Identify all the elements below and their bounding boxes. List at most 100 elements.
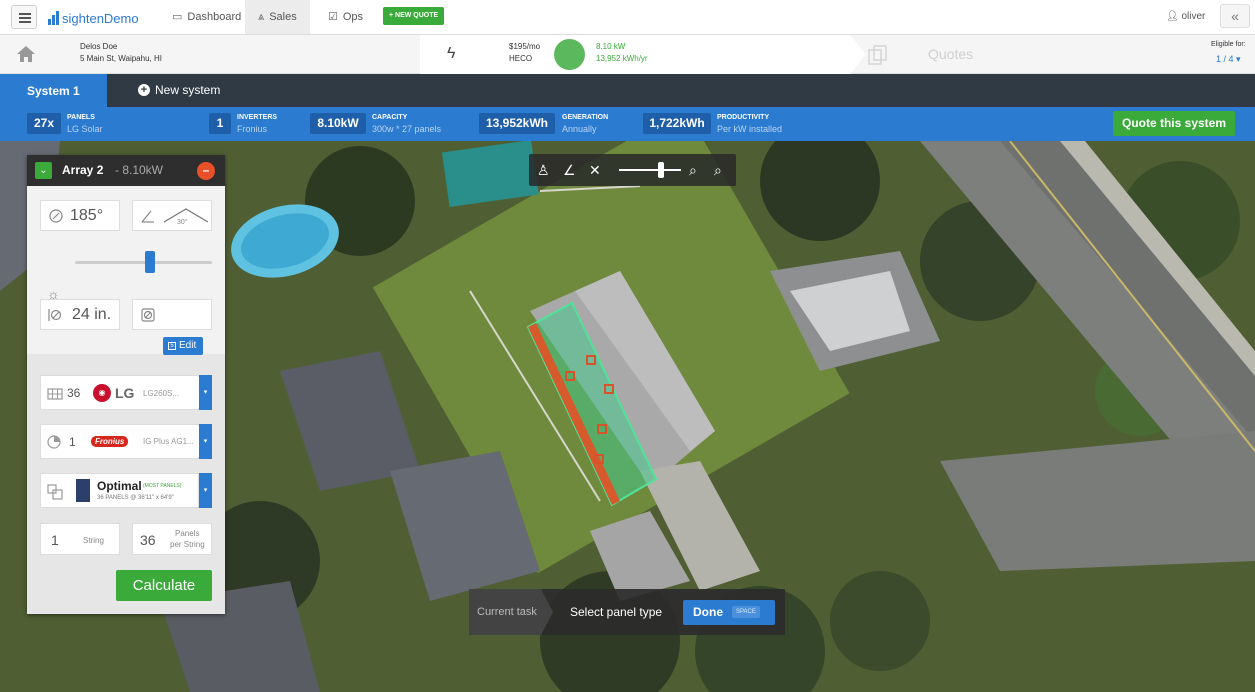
setback-field[interactable]: 24 in.	[40, 299, 120, 330]
system-power: 8.10 kW	[596, 42, 626, 51]
customer-bar: Delos Doe 5 Main St, Waipahu, HI ϟ $195/…	[0, 35, 1255, 74]
new-quote-button[interactable]: + NEW QUOTE	[383, 7, 445, 25]
monthly-price: $195/mo	[509, 42, 541, 51]
layout-select[interactable]: Optimal (MOST PANELS) 36 PANELS @ 36'11"…	[40, 473, 199, 508]
generation-value: 13,952kWh	[479, 113, 555, 134]
capacity-detail: 300w * 27 panels	[372, 124, 442, 134]
tab-system-1[interactable]: System 1	[0, 74, 107, 107]
sun-exposure-handle[interactable]	[144, 251, 155, 273]
inverters-count: 1	[209, 113, 231, 134]
zoom-slider-handle[interactable]	[658, 162, 665, 178]
nav-ops[interactable]: ☑ Ops	[315, 0, 376, 34]
array-editor-panel: ⌄ Array 2 - 8.10kW – 185° 30° ☼ 24 in. 5…	[27, 155, 225, 614]
panels-per-string-field[interactable]: 36 Panels per String	[132, 523, 212, 555]
inverter-model-select[interactable]: 1 Fronius IG Plus AG1...	[40, 424, 199, 459]
user-name: oliver	[1181, 11, 1206, 22]
zoom-out-icon[interactable]: ⌕	[689, 162, 697, 179]
capacity-value: 8.10kW	[310, 113, 366, 134]
panel-dropdown-chevron-icon[interactable]: ▾	[199, 375, 212, 410]
strings-label: String	[83, 536, 104, 545]
nav-dashboard-label: Dashboard	[187, 11, 242, 23]
solar-array-polygon[interactable]	[526, 301, 658, 507]
inverter-model: IG Plus AG1...	[143, 437, 194, 446]
lg-logo-icon: ◉	[93, 384, 111, 402]
checkbox-icon: ☑	[328, 11, 338, 23]
quote-this-system-button[interactable]: Quote this system	[1113, 111, 1235, 136]
done-button[interactable]: Done SPACE	[683, 600, 775, 625]
inverters-label: INVERTERS	[237, 114, 278, 121]
generation-label: GENERATION	[562, 114, 609, 121]
panel-brand-area: ◉ LG LG260S...	[87, 377, 199, 408]
app-logo[interactable]: sightenDemo	[48, 8, 139, 28]
remove-array-button[interactable]: –	[197, 162, 215, 180]
azimuth-field[interactable]: 185°	[40, 200, 120, 231]
panel-model-select[interactable]: 36 ◉ LG LG260S...	[40, 375, 199, 410]
status-indicator	[554, 39, 585, 70]
setback-icon	[48, 309, 62, 321]
current-task-bar: Current task Select panel type Done SPAC…	[469, 589, 785, 635]
inverter-count: 1	[69, 435, 76, 449]
strings-field[interactable]: 1 String	[40, 523, 120, 555]
chevron-down-icon[interactable]: ⌄	[35, 162, 52, 179]
user-menu[interactable]: 👤︎ oliver	[1166, 11, 1205, 22]
new-system-button[interactable]: + New system	[138, 83, 220, 97]
panels-brand: LG Solar	[67, 124, 103, 134]
nav-sales[interactable]: ⩓ Sales	[245, 0, 310, 34]
solar-panel-icon	[47, 388, 63, 400]
panels-label: PANELS	[67, 114, 95, 121]
panels-per-string-value: 36	[140, 532, 156, 548]
customer-name: Delos Doe	[80, 42, 118, 51]
setback-value: 24 in.	[72, 306, 112, 323]
strings-value: 1	[51, 532, 59, 548]
lightning-bolt-icon: ϟ	[447, 45, 456, 62]
current-task-text: Select panel type	[570, 605, 663, 619]
edit-obstructions-button[interactable]: 5 Edit	[163, 337, 203, 355]
zoom-slider-track[interactable]	[619, 169, 681, 171]
tilt-field[interactable]: 30°	[132, 200, 212, 231]
layout-dropdown-chevron-icon[interactable]: ▾	[199, 473, 212, 508]
monitor-icon: ▭	[172, 11, 183, 23]
sun-exposure-slider[interactable]	[75, 261, 212, 264]
utility-name: HECO	[509, 54, 533, 63]
top-navbar: sightenDemo ▭ Dashboard ⩓ Sales ☑ Ops + …	[0, 0, 1255, 35]
hamburger-menu-icon[interactable]	[11, 5, 37, 29]
calculate-button[interactable]: Calculate	[116, 570, 212, 601]
panels-count: 27x	[27, 113, 61, 134]
generation-detail: Annually	[562, 124, 597, 134]
system-energy: 13,952 kWh/yr	[596, 54, 648, 63]
inverter-brand-area: Fronius IG Plus AG1...	[87, 426, 199, 457]
done-label: Done	[693, 605, 723, 619]
task-arrow-shape	[541, 589, 553, 635]
productivity-detail: Per kW installed	[717, 124, 783, 134]
quotes-copy-icon	[868, 45, 887, 65]
keyboard-shortcut-badge: SPACE	[732, 606, 760, 618]
eligible-count-dropdown[interactable]: 1 / 4 ▾	[1216, 54, 1241, 65]
customer-address: 5 Main St, Waipahu, HI	[80, 54, 162, 63]
satellite-icon[interactable]: ✕	[589, 162, 601, 179]
measure-angle-icon[interactable]: ∠	[563, 162, 576, 179]
nav-sales-label: Sales	[269, 11, 297, 23]
street-view-icon[interactable]: ♙	[537, 162, 550, 179]
inverter-dropdown-chevron-icon[interactable]: ▾	[199, 424, 212, 459]
panel-model: LG260S...	[143, 389, 180, 398]
step-arrow-shape	[850, 35, 866, 74]
inverters-brand: Fronius	[237, 124, 268, 134]
home-icon[interactable]	[16, 45, 36, 63]
zoom-in-icon[interactable]: ⌕	[714, 162, 722, 179]
road-icon: ⩓	[258, 11, 265, 23]
inverter-brand: Fronius	[91, 436, 129, 447]
azimuth-value: 185°	[70, 207, 104, 224]
productivity-value: 1,722kWh	[643, 113, 711, 134]
tilt-angle-icon	[141, 210, 154, 223]
plus-circle-icon: +	[138, 84, 150, 96]
user-icon: 👤︎	[1166, 11, 1179, 22]
collapse-sidebar-button[interactable]: «	[1220, 4, 1250, 28]
layout-tag: (MOST PANELS)	[143, 483, 182, 489]
obstructions-field	[132, 299, 212, 330]
quotes-step-label[interactable]: Quotes	[928, 46, 973, 62]
panels-per-string-label-1: Panels	[175, 529, 200, 538]
logo-text: sightenDemo	[62, 10, 139, 26]
logo-bars-icon	[48, 11, 59, 25]
obstruction-count: 5	[168, 342, 176, 350]
nav-dashboard[interactable]: ▭ Dashboard	[159, 0, 254, 34]
